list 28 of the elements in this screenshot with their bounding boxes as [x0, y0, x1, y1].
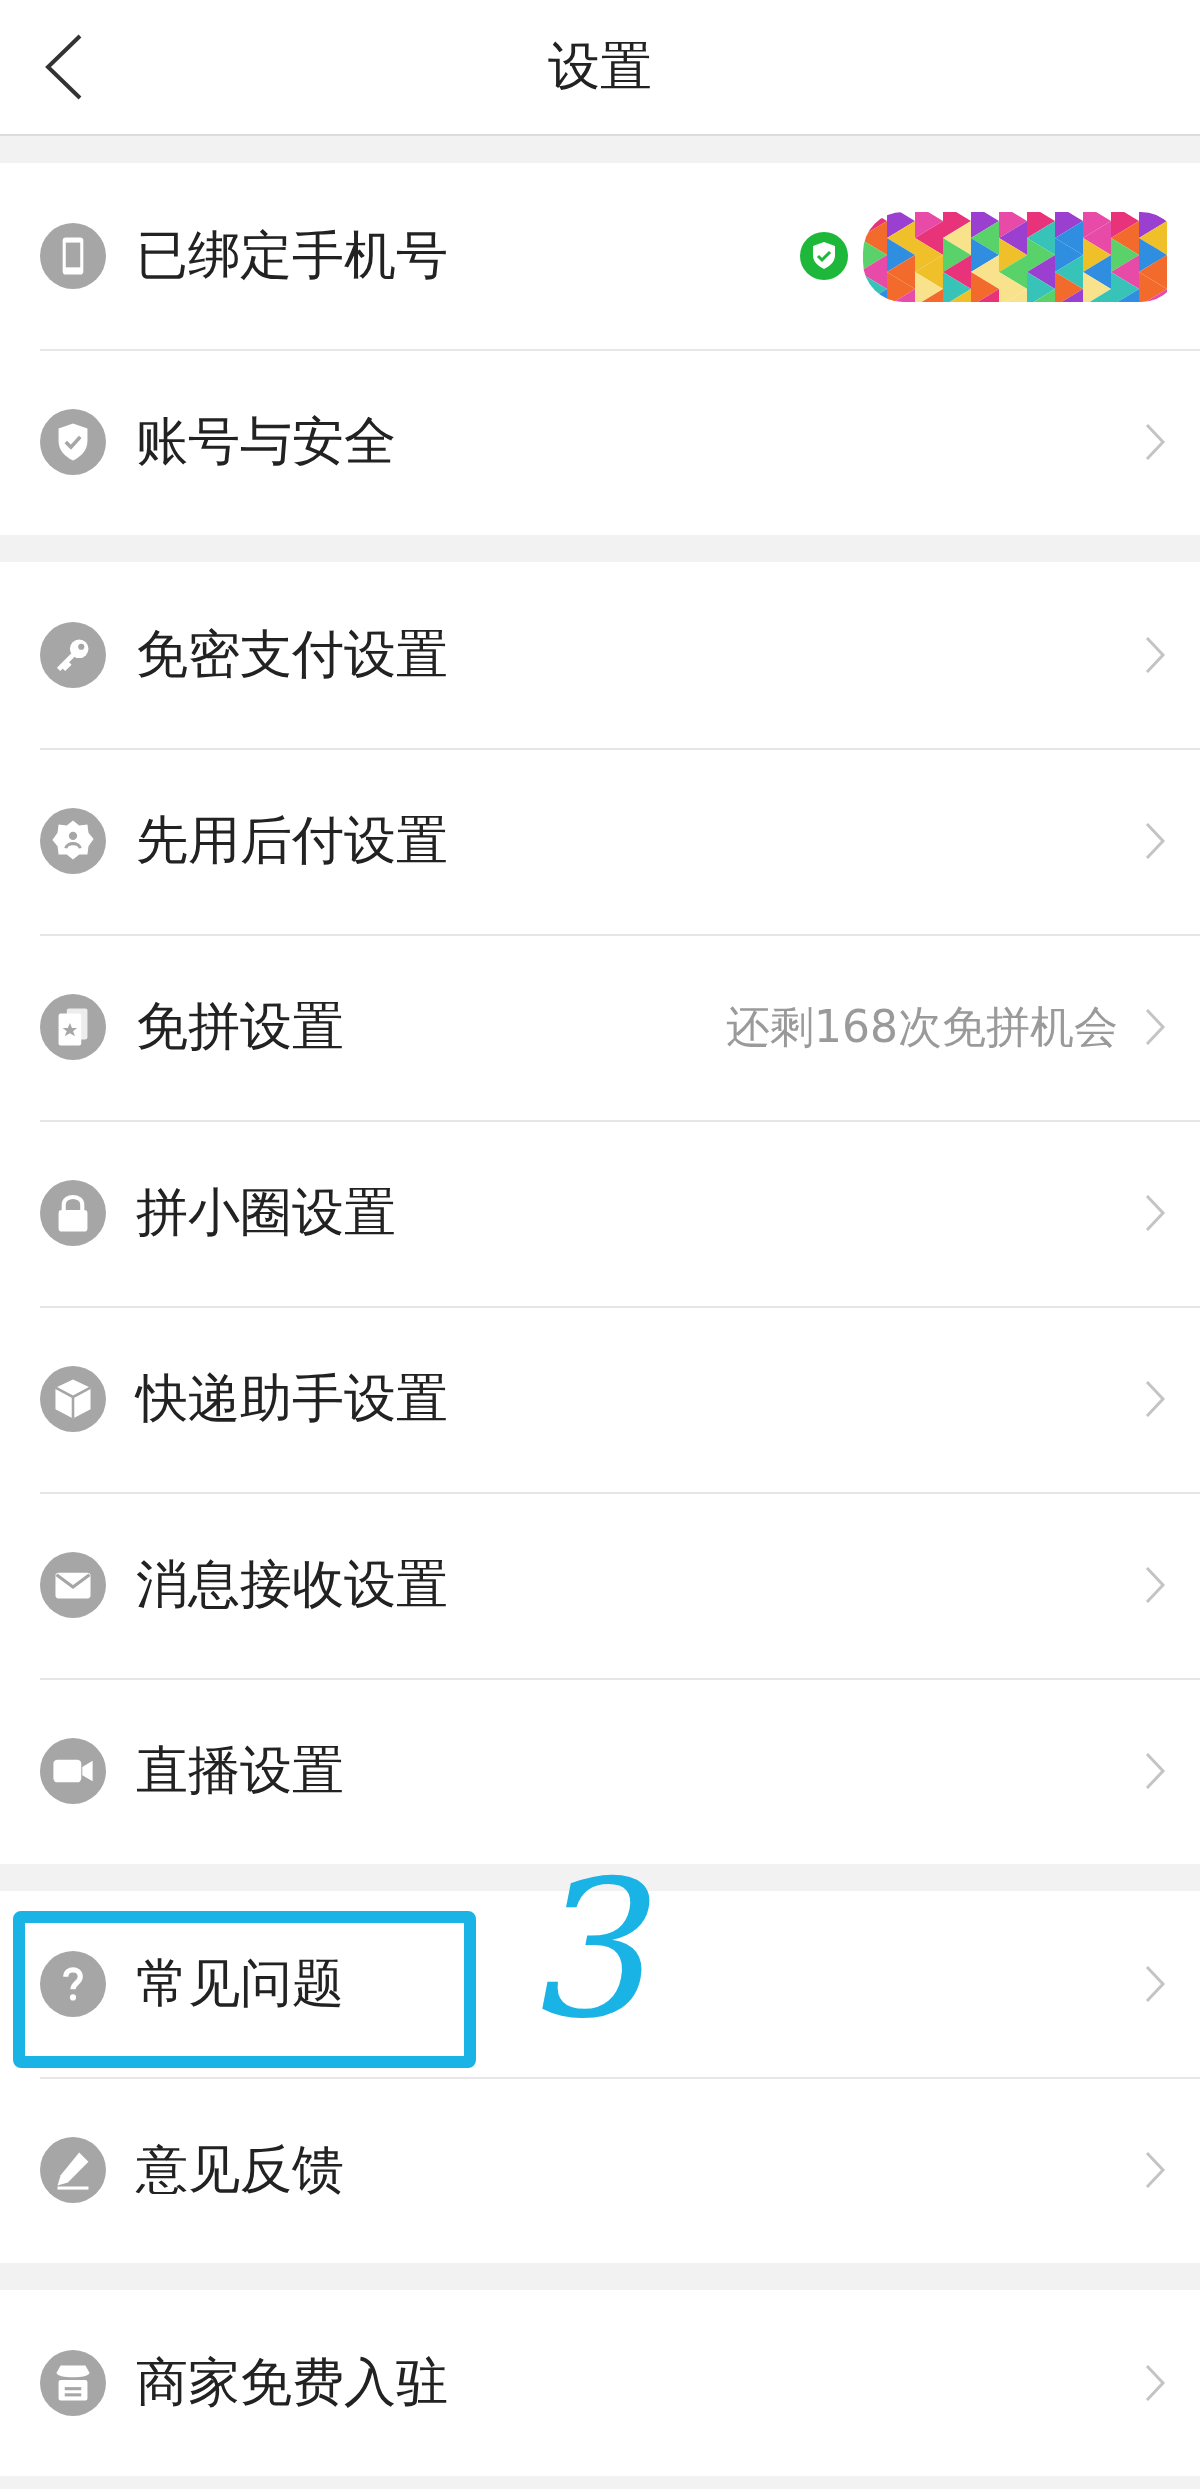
verified-check-icon: [799, 231, 849, 281]
setting-item[interactable]: 免密支付设置: [136, 620, 448, 690]
setting-item[interactable]: 消息接收设置: [136, 1550, 448, 1620]
pencil-icon: [40, 2137, 106, 2203]
card-icon: [40, 994, 106, 1060]
setting-item[interactable]: 拼小圈设置: [136, 1178, 396, 1248]
lock-icon: [40, 1180, 106, 1246]
setting-item[interactable]: 先用后付设置: [136, 806, 448, 876]
setting-item[interactable]: 免拼设置: [136, 992, 344, 1062]
store-icon: [40, 2350, 106, 2416]
setting-item[interactable]: 意见反馈: [136, 2135, 344, 2205]
remaining-count: 还剩168次免拼机会: [726, 999, 1118, 1054]
setting-item[interactable]: 账号与安全: [136, 407, 396, 477]
envelope-icon: [40, 1552, 106, 1618]
annotation-mark: 3: [540, 1855, 661, 2045]
phone-icon: [40, 223, 106, 289]
setting-item[interactable]: 直播设置: [136, 1736, 344, 1806]
setting-item[interactable]: 商家免费入驻: [136, 2348, 448, 2418]
page-title: 设置: [548, 35, 652, 98]
video-camera-icon: [40, 1738, 106, 1804]
badge-icon: [40, 808, 106, 874]
key-icon: [40, 622, 106, 688]
package-icon: [40, 1366, 106, 1432]
setting-item[interactable]: 已绑定手机号: [136, 221, 448, 291]
shield-icon: [40, 409, 106, 475]
setting-item[interactable]: 快递助手设置: [136, 1364, 448, 1434]
setting-item[interactable]: 常见问题: [136, 1949, 344, 2019]
question-icon: [40, 1951, 106, 2017]
